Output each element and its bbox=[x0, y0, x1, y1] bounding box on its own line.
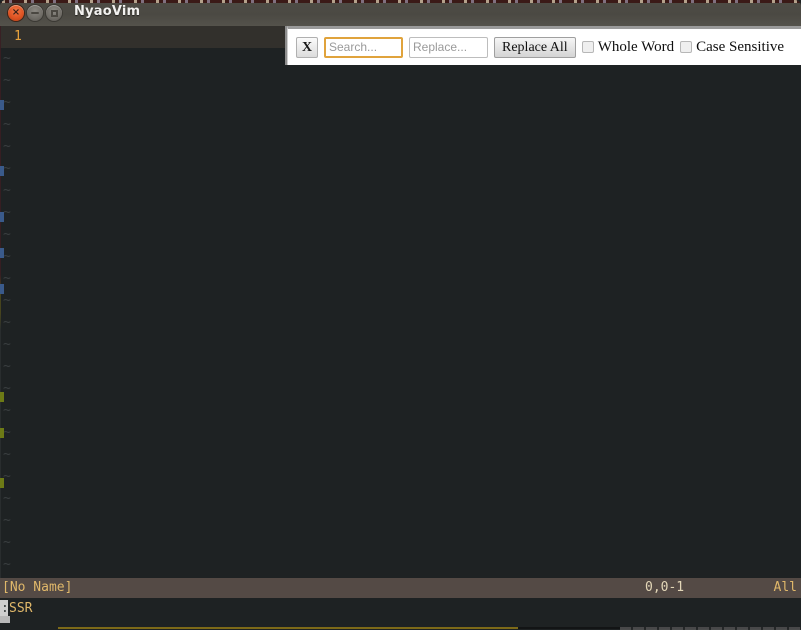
close-icon[interactable]: × bbox=[8, 5, 24, 21]
edge-artifact bbox=[0, 212, 4, 222]
case-sensitive-option[interactable]: Case Sensitive bbox=[680, 39, 784, 56]
nyaovim-window: × NyaoVim 1 ~ ~ ~ ~ ~ ~ ~ ~ ~ ~ ~ ~ ~ ~ ~ ~ ~ ~ ~ ~ ~ ~ ~ ~ [No… bbox=[0, 0, 801, 630]
tilde-marker: ~ bbox=[3, 425, 11, 440]
whole-word-label: Whole Word bbox=[597, 38, 675, 55]
search-input[interactable] bbox=[324, 36, 403, 58]
status-filename: [No Name] bbox=[2, 580, 73, 595]
tilde-marker: ~ bbox=[3, 73, 11, 88]
window-controls: × bbox=[8, 5, 62, 21]
tilde-marker: ~ bbox=[3, 337, 11, 352]
edge-artifact bbox=[0, 166, 4, 176]
tilde-marker: ~ bbox=[3, 513, 11, 528]
tilde-marker: ~ bbox=[3, 117, 11, 132]
command-text: SSR bbox=[9, 601, 33, 616]
tilde-marker: ~ bbox=[3, 51, 11, 66]
edge-artifact bbox=[0, 392, 4, 402]
tilde-marker: ~ bbox=[3, 293, 11, 308]
titlebar-dash-pattern bbox=[0, 0, 801, 3]
tilde-marker: ~ bbox=[3, 403, 11, 418]
tilde-marker: ~ bbox=[3, 95, 11, 110]
tilde-marker: ~ bbox=[3, 249, 11, 264]
tilde-marker: ~ bbox=[3, 139, 11, 154]
search-replace-row: X Replace All Whole Word Case Sensitive bbox=[296, 36, 801, 58]
status-cursor-position: 0,0-1 bbox=[645, 580, 685, 595]
tilde-marker: ~ bbox=[3, 205, 11, 220]
whole-word-option[interactable]: Whole Word bbox=[581, 38, 675, 56]
tilde-marker: ~ bbox=[3, 557, 11, 572]
edge-artifact bbox=[0, 248, 4, 258]
tilde-marker: ~ bbox=[3, 491, 11, 506]
bottom-olive-line bbox=[58, 627, 518, 629]
tilde-marker: ~ bbox=[3, 315, 11, 330]
edge-artifact bbox=[0, 284, 4, 294]
minimize-glyph bbox=[31, 12, 39, 14]
case-sensitive-label: Case Sensitive bbox=[696, 38, 785, 55]
tilde-marker: ~ bbox=[3, 183, 11, 198]
tilde-marker: ~ bbox=[3, 381, 11, 396]
window-title: NyaoVim bbox=[74, 4, 141, 19]
tilde-marker: ~ bbox=[3, 535, 11, 550]
tilde-marker: ~ bbox=[3, 447, 11, 462]
edge-artifact bbox=[0, 478, 4, 488]
tilde-marker: ~ bbox=[3, 227, 11, 242]
editor-area[interactable]: 1 ~ ~ ~ ~ ~ ~ ~ ~ ~ ~ ~ ~ ~ ~ ~ ~ ~ ~ ~ ~ ~ ~ ~ ~ bbox=[0, 26, 801, 578]
status-scroll-indicator: All bbox=[773, 580, 797, 595]
close-toolbar-button[interactable]: X bbox=[296, 36, 318, 58]
empty-buffer-tildes: ~ ~ ~ ~ ~ ~ ~ ~ ~ ~ ~ ~ ~ ~ ~ ~ ~ ~ ~ ~ ~ ~ ~ ~ bbox=[3, 48, 33, 576]
maximize-glyph bbox=[50, 9, 58, 17]
tilde-marker: ~ bbox=[3, 161, 11, 176]
replace-input[interactable] bbox=[409, 36, 488, 58]
edge-artifact bbox=[0, 428, 4, 438]
window-titlebar: × NyaoVim bbox=[0, 0, 801, 26]
tilde-marker: ~ bbox=[3, 271, 11, 286]
replace-all-button[interactable]: Replace All bbox=[494, 36, 576, 58]
minimize-icon[interactable] bbox=[27, 5, 43, 21]
search-replace-toolbar: X Replace All Whole Word Case Sensitive bbox=[287, 26, 801, 65]
maximize-icon[interactable] bbox=[46, 5, 62, 21]
tilde-marker: ~ bbox=[3, 359, 11, 374]
close-glyph: × bbox=[11, 7, 21, 18]
case-sensitive-checkbox[interactable] bbox=[680, 41, 693, 53]
bottom-left-artifact bbox=[0, 616, 10, 623]
edge-artifact bbox=[0, 100, 4, 110]
command-line[interactable]: : SSR bbox=[0, 598, 801, 622]
whole-word-checkbox[interactable] bbox=[581, 41, 594, 53]
line-number-1: 1 bbox=[14, 29, 22, 44]
status-line: [No Name] 0,0-1 All bbox=[0, 578, 801, 598]
tilde-marker: ~ bbox=[3, 469, 11, 484]
